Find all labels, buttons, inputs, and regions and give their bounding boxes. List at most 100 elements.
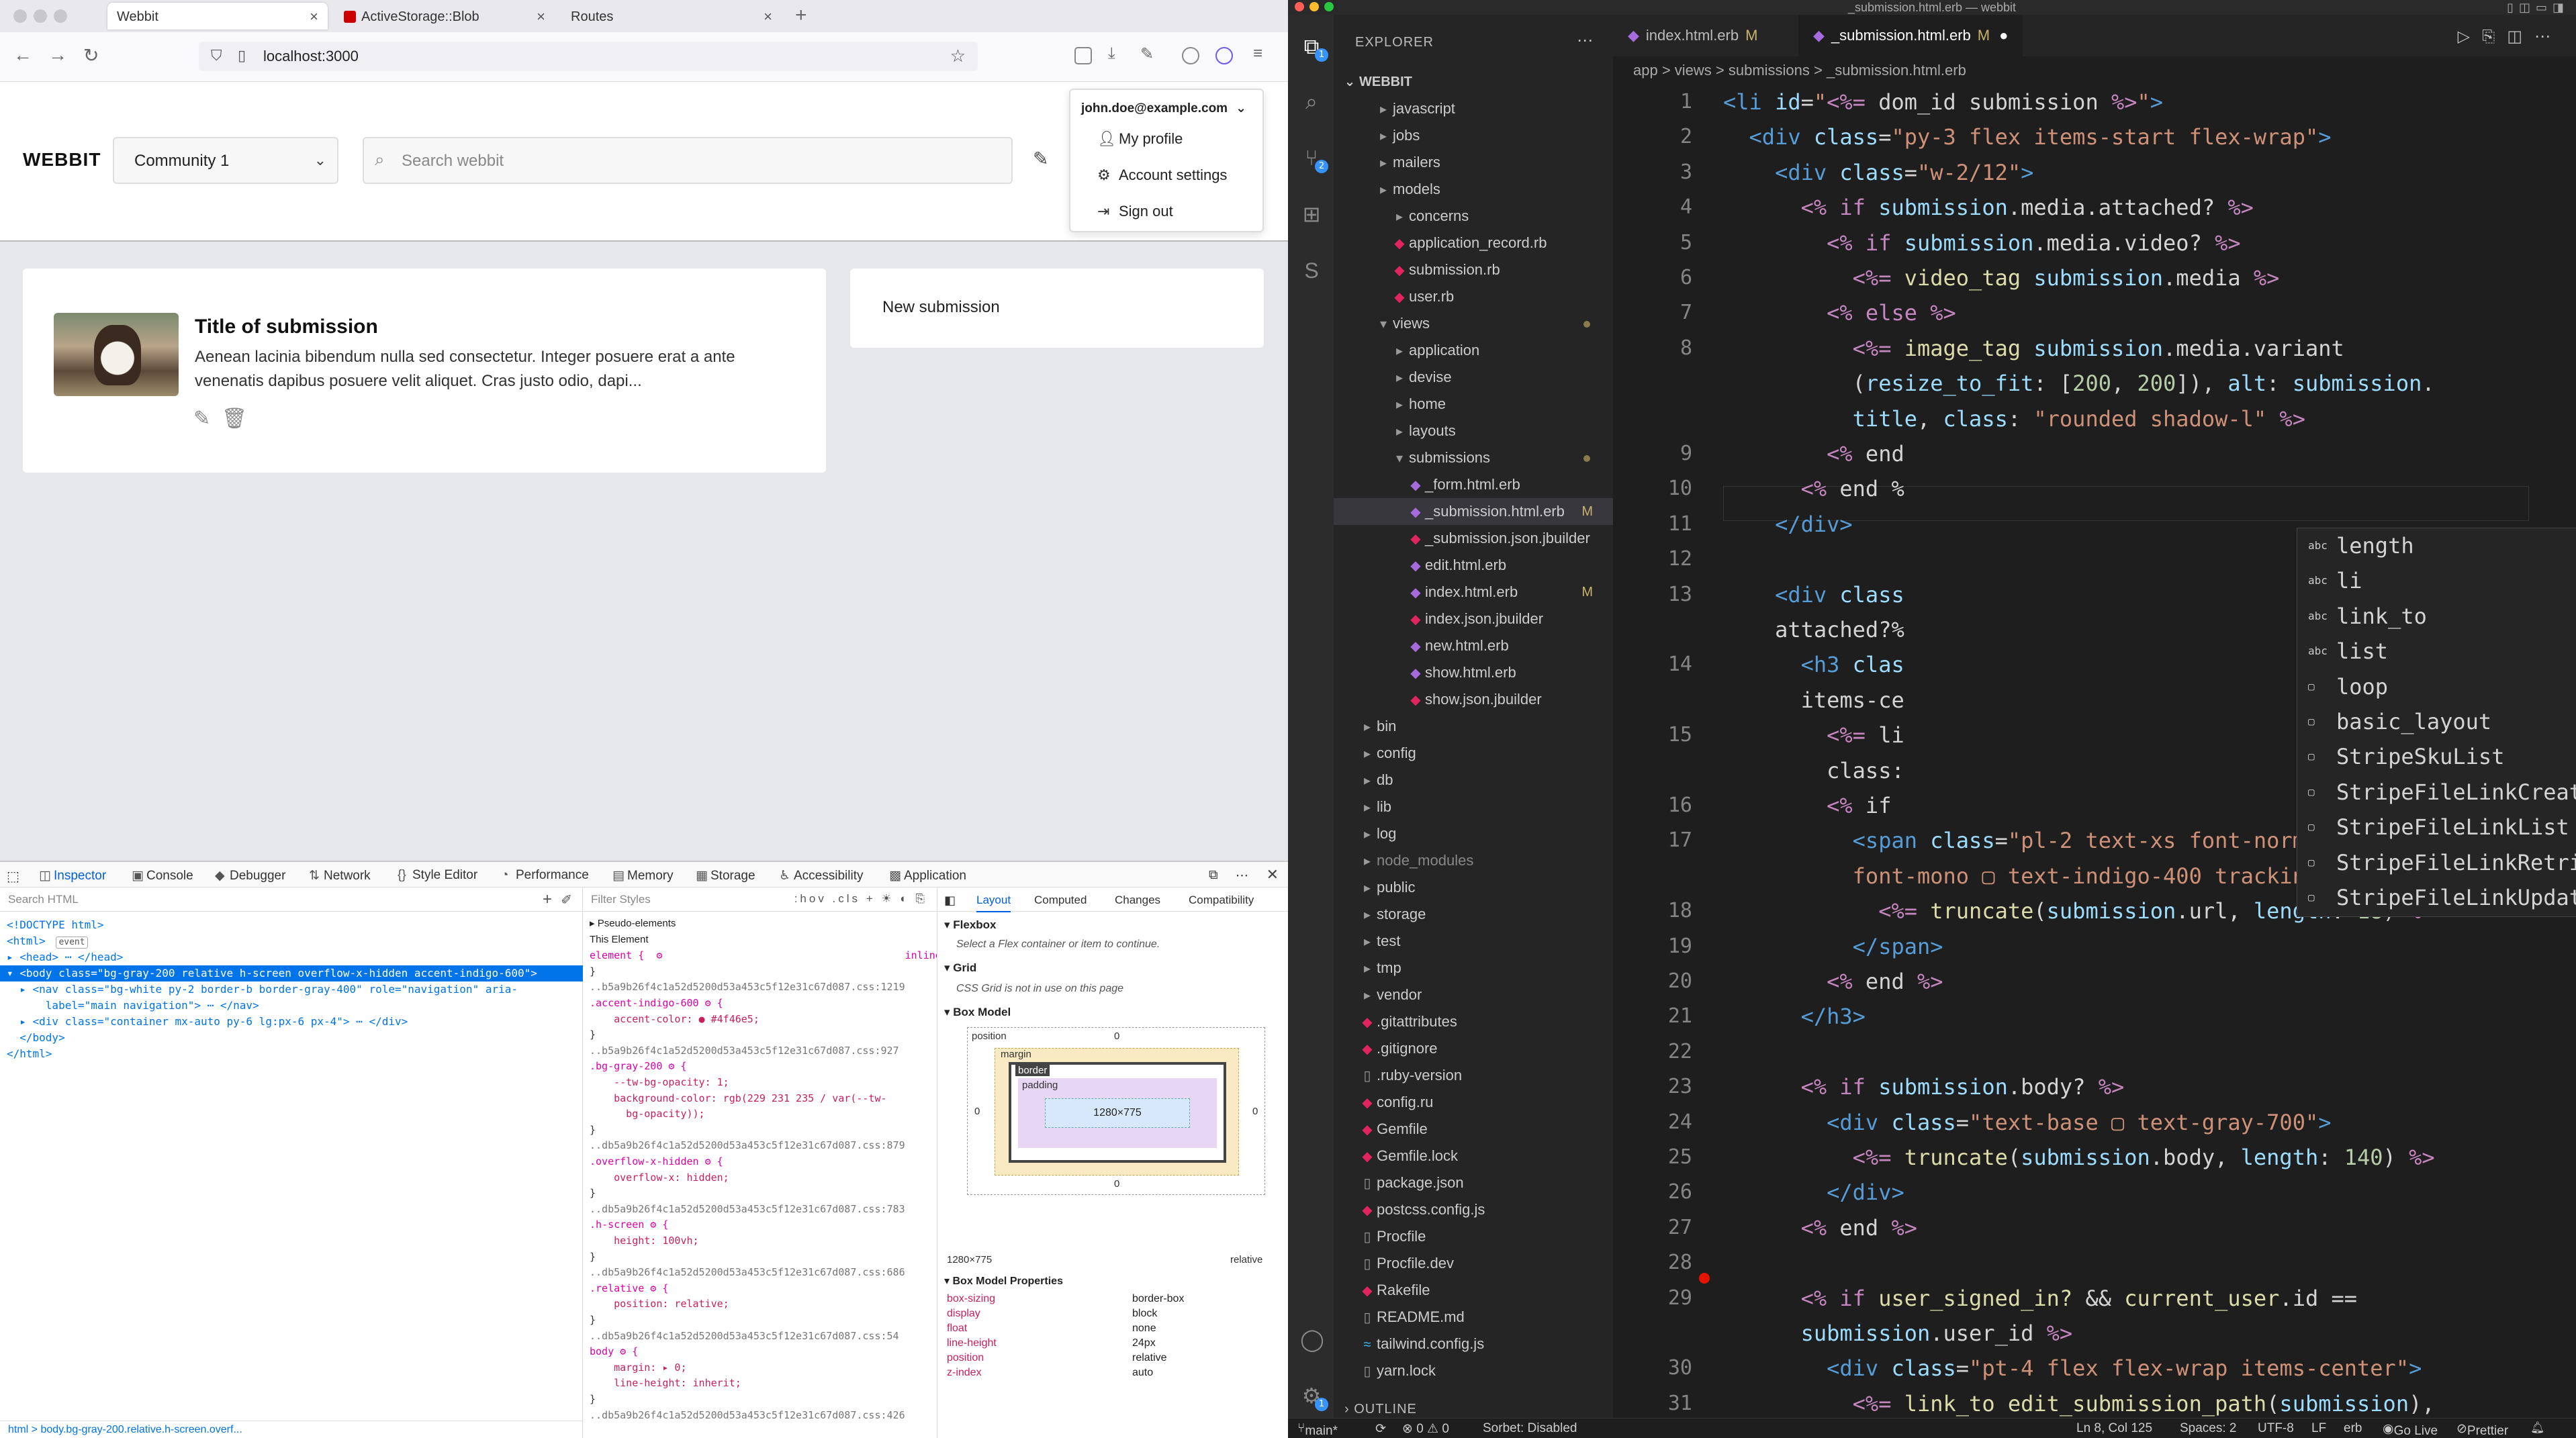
tree-item[interactable]: ◆ submission.rb	[1334, 256, 1613, 283]
html-node-line[interactable]: ▸ <nav class="bg-white py-2 border-b bor…	[0, 981, 583, 998]
app-logo[interactable]: WEBBIT	[23, 149, 101, 171]
code-line[interactable]: <% if user_signed_in? && current_user.id…	[1723, 1281, 2357, 1316]
explorer-icon[interactable]: ⧉ 1	[1300, 35, 1328, 62]
margin-box[interactable]: margin border padding 1280×775	[995, 1048, 1239, 1176]
content-box[interactable]: 1280×775	[1045, 1098, 1190, 1128]
tree-item[interactable]: ◆ postcss.config.js	[1334, 1196, 1613, 1223]
code-line[interactable]: <% if submission.media.attached? %>	[1723, 190, 2254, 225]
browser-tab-activestorage[interactable]: ActiveStorage::Blob ×	[334, 3, 555, 30]
more-options-icon[interactable]: ⋯	[1236, 868, 1248, 883]
css-rule-line[interactable]: line-height: inherit;	[590, 1376, 741, 1390]
code-line[interactable]: <% end	[1723, 436, 1904, 471]
code-line[interactable]: <%= link_to edit_submission_path(submiss…	[1723, 1386, 2435, 1421]
css-rule-line[interactable]: ..db5a9b26f4c1a52d5200d53a453c5f12e31c67…	[590, 1202, 905, 1216]
box-prop-row[interactable]: line-height 24px	[947, 1337, 1276, 1349]
file-encoding[interactable]: UTF-8	[2258, 1421, 2294, 1436]
tree-item[interactable]: ▸ lib	[1334, 794, 1613, 820]
code-line[interactable]: attached?%	[1723, 612, 1904, 647]
tree-item[interactable]: ▸ application	[1334, 337, 1613, 364]
tab-changes[interactable]: Changes	[1115, 894, 1160, 907]
browser-tab-routes[interactable]: Routes ×	[561, 3, 782, 30]
code-line[interactable]: </div>	[1723, 507, 1853, 542]
code-line[interactable]: <li id="<%= dom_id submission %>">	[1723, 85, 2163, 119]
tab-performance[interactable]: ◔ Performance	[501, 868, 589, 883]
css-rule-line[interactable]: ..db5a9b26f4c1a52d5200d53a453c5f12e31c67…	[590, 1265, 905, 1279]
css-rule-line[interactable]: position: relative;	[590, 1297, 729, 1310]
new-tab-icon[interactable]: +	[795, 4, 807, 27]
tab-accessibility[interactable]: ♿︎ Accessibility	[779, 868, 863, 883]
browser-tab-webbit[interactable]: Webbit ×	[107, 3, 328, 30]
code-line[interactable]: (resize_to_fit: [200, 200]), alt: submis…	[1723, 366, 2435, 401]
minimize-window-button[interactable]	[34, 9, 47, 23]
reload-icon[interactable]: ↻	[83, 44, 99, 66]
problems-indicator[interactable]: ⊗ 0 ⚠ 0	[1402, 1421, 1449, 1437]
extension-icon[interactable]	[1215, 47, 1233, 64]
tree-item[interactable]: ▸ tmp	[1334, 955, 1613, 981]
wrench-icon[interactable]: ✎	[1140, 44, 1154, 64]
forward-icon[interactable]: →	[48, 44, 67, 66]
menu-item-sign-out[interactable]: ⇥ Sign out	[1097, 203, 1173, 220]
editor-breadcrumb[interactable]: app > views > submissions > _submission.…	[1613, 56, 2576, 81]
tree-item[interactable]: ◆ _submission.json.jbuilder	[1334, 525, 1613, 552]
html-node-line[interactable]: <html> event	[0, 933, 583, 949]
css-rule-line[interactable]: --tw-bg-opacity: 1;	[590, 1075, 729, 1089]
code-line[interactable]: <%= image_tag submission.media.variant	[1723, 331, 2344, 366]
css-rule-line[interactable]: }	[590, 965, 596, 978]
account-icon[interactable]	[1182, 47, 1199, 64]
position-top-value[interactable]: 0	[1114, 1030, 1119, 1042]
css-rule-line[interactable]: ▸ Pseudo-elements	[590, 917, 676, 930]
tree-item[interactable]: ≈ tailwind.config.js	[1334, 1331, 1613, 1357]
code-line[interactable]: class:	[1723, 753, 1904, 788]
edit-pencil-icon[interactable]: ✎	[193, 407, 210, 430]
minimize-window-button[interactable]	[1309, 2, 1319, 11]
suggestion-item[interactable]: ▢StripeFileLinkRetrieveRetrieve File Lin…	[2297, 845, 2576, 880]
settings-gear-icon[interactable]: ⚙ 1	[1300, 1384, 1328, 1411]
code-line[interactable]: <div class	[1723, 577, 1904, 612]
code-line[interactable]: <% if submission.media.video? %>	[1723, 226, 2241, 260]
css-rule-line[interactable]: background-color: rgb(229 231 235 / var(…	[590, 1092, 886, 1105]
user-email-toggle[interactable]: john.doe@example.com ⌄	[1081, 101, 1246, 116]
tree-item[interactable]: ▾ views	[1334, 310, 1613, 337]
editor-actions[interactable]: ▷⎘◫⋯	[2458, 27, 2563, 46]
html-node-line[interactable]: </html>	[0, 1046, 583, 1062]
tree-item[interactable]: ◆ _form.html.erb	[1334, 471, 1613, 498]
tree-item[interactable]: ▸ concerns	[1334, 203, 1613, 230]
css-rule-line[interactable]: ..db5a9b26f4c1a52d5200d53a453c5f12e31c67…	[590, 1139, 905, 1152]
event-badge[interactable]: event	[56, 937, 88, 949]
code-line[interactable]: </div>	[1723, 1175, 1904, 1210]
code-line[interactable]: <% else %>	[1723, 295, 1956, 330]
menu-icon[interactable]: ≡	[1253, 44, 1262, 63]
code-line[interactable]: <%= truncate(submission.body, length: 14…	[1723, 1140, 2435, 1175]
tree-item[interactable]: ▯ .ruby-version	[1334, 1062, 1613, 1089]
tab-console[interactable]: ▣ Console	[132, 868, 193, 883]
css-rule-line[interactable]: .bg-gray-200 ⚙ {	[590, 1059, 687, 1073]
close-tab-icon[interactable]: ×	[310, 8, 318, 26]
code-line[interactable]: <% if submission.body? %>	[1723, 1069, 2125, 1104]
box-prop-row[interactable]: z-index auto	[947, 1367, 1276, 1379]
search-input[interactable]: ⌕ Search webbit	[363, 137, 1013, 184]
box-props-section[interactable]: ▾ Box Model Properties	[944, 1274, 1063, 1288]
css-rule-line[interactable]: ..b5a9b26f4c1a52d5200d53a453c5f12e31c67d…	[590, 980, 905, 994]
close-devtools-icon[interactable]: ✕	[1267, 866, 1279, 883]
submission-thumbnail[interactable]	[54, 313, 179, 396]
css-rule-line[interactable]: .h-screen ⚙ {	[590, 1218, 668, 1231]
close-tab-icon[interactable]: ×	[537, 8, 545, 26]
tree-item[interactable]: ◆ show.json.jbuilder	[1334, 686, 1613, 713]
tab-storage[interactable]: ▦ Storage	[696, 868, 755, 883]
suggestion-item[interactable]: abc link_to	[2297, 599, 2576, 634]
menu-item-account-settings[interactable]: ⚙ Account settings	[1097, 166, 1227, 184]
tree-item[interactable]: ▸ bin	[1334, 713, 1613, 740]
tree-item[interactable]: ◆ _submission.html.erb M	[1334, 498, 1613, 525]
pick-element-icon[interactable]: ⬚	[7, 868, 19, 885]
tree-item[interactable]: ◆ user.rb	[1334, 283, 1613, 310]
rule-tools[interactable]: :hov .cls + ☀ ◐ ⎘	[794, 892, 927, 906]
new-submission-button[interactable]: New submission	[850, 269, 1264, 348]
suggestion-item[interactable]: abc list	[2297, 634, 2576, 669]
tree-item[interactable]: ◆ show.html.erb	[1334, 659, 1613, 686]
tree-item[interactable]: ▾ submissions	[1334, 444, 1613, 471]
box-prop-row[interactable]: display block	[947, 1308, 1276, 1320]
position-right-value[interactable]: 0	[1252, 1106, 1258, 1117]
tree-item[interactable]: ◆ application_record.rb	[1334, 230, 1613, 256]
css-rule-line[interactable]: body ⚙ {	[590, 1345, 638, 1358]
tree-item[interactable]: ▸ vendor	[1334, 981, 1613, 1008]
